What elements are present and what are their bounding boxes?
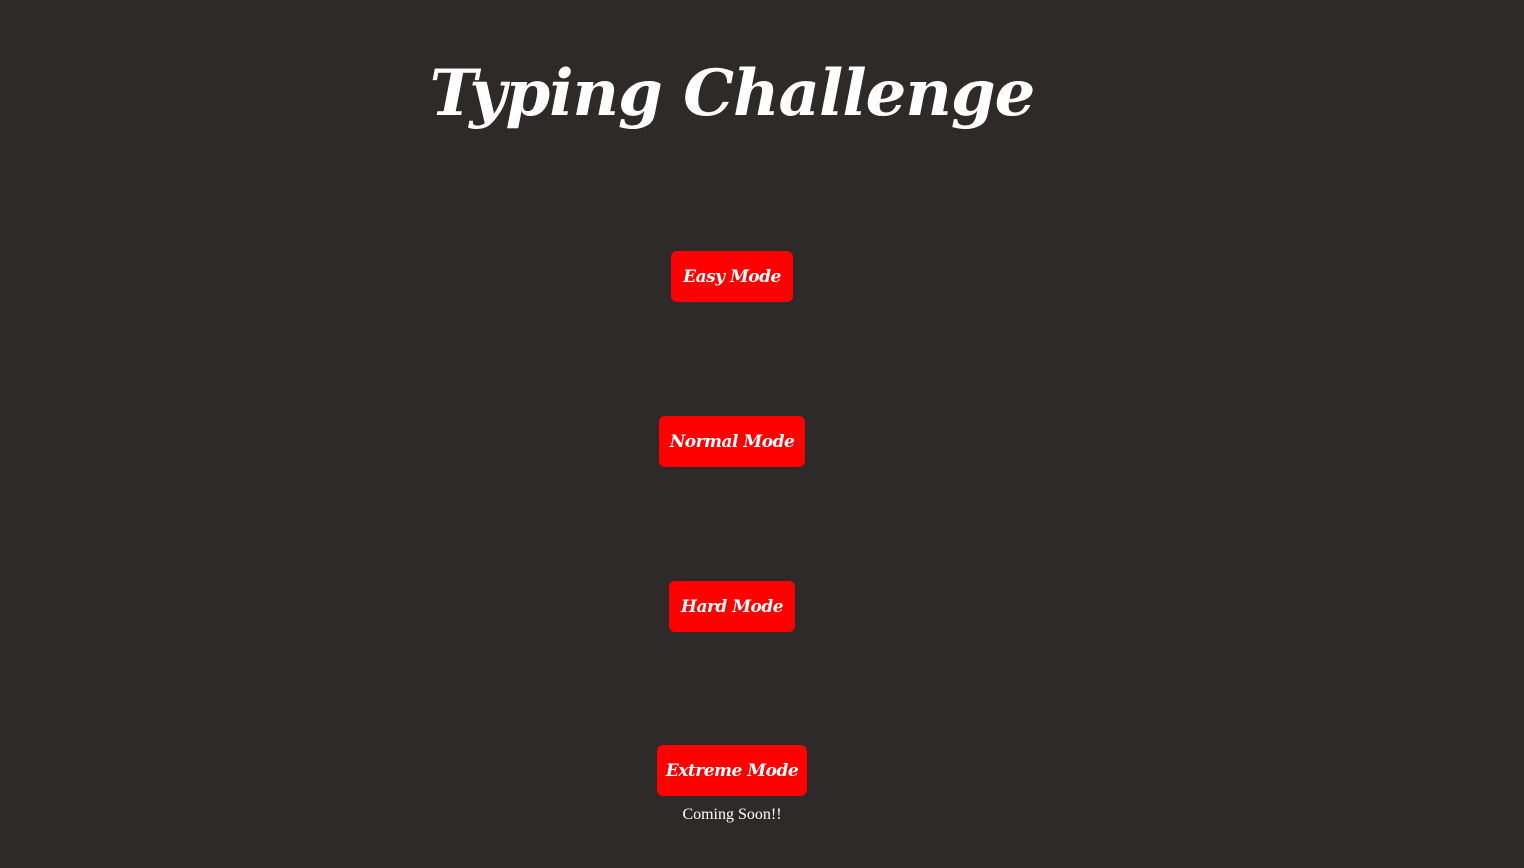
coming-soon-note: Coming Soon!! <box>682 806 782 823</box>
extreme-mode-button[interactable]: Extreme Mode <box>657 745 807 796</box>
page: Typing Challenge Easy Mode Normal Mode H… <box>0 0 1524 868</box>
page-title: Typing Challenge <box>429 56 1036 131</box>
normal-mode-button[interactable]: Normal Mode <box>659 416 805 467</box>
hard-mode-button[interactable]: Hard Mode <box>669 581 795 632</box>
easy-mode-button[interactable]: Easy Mode <box>671 251 793 302</box>
